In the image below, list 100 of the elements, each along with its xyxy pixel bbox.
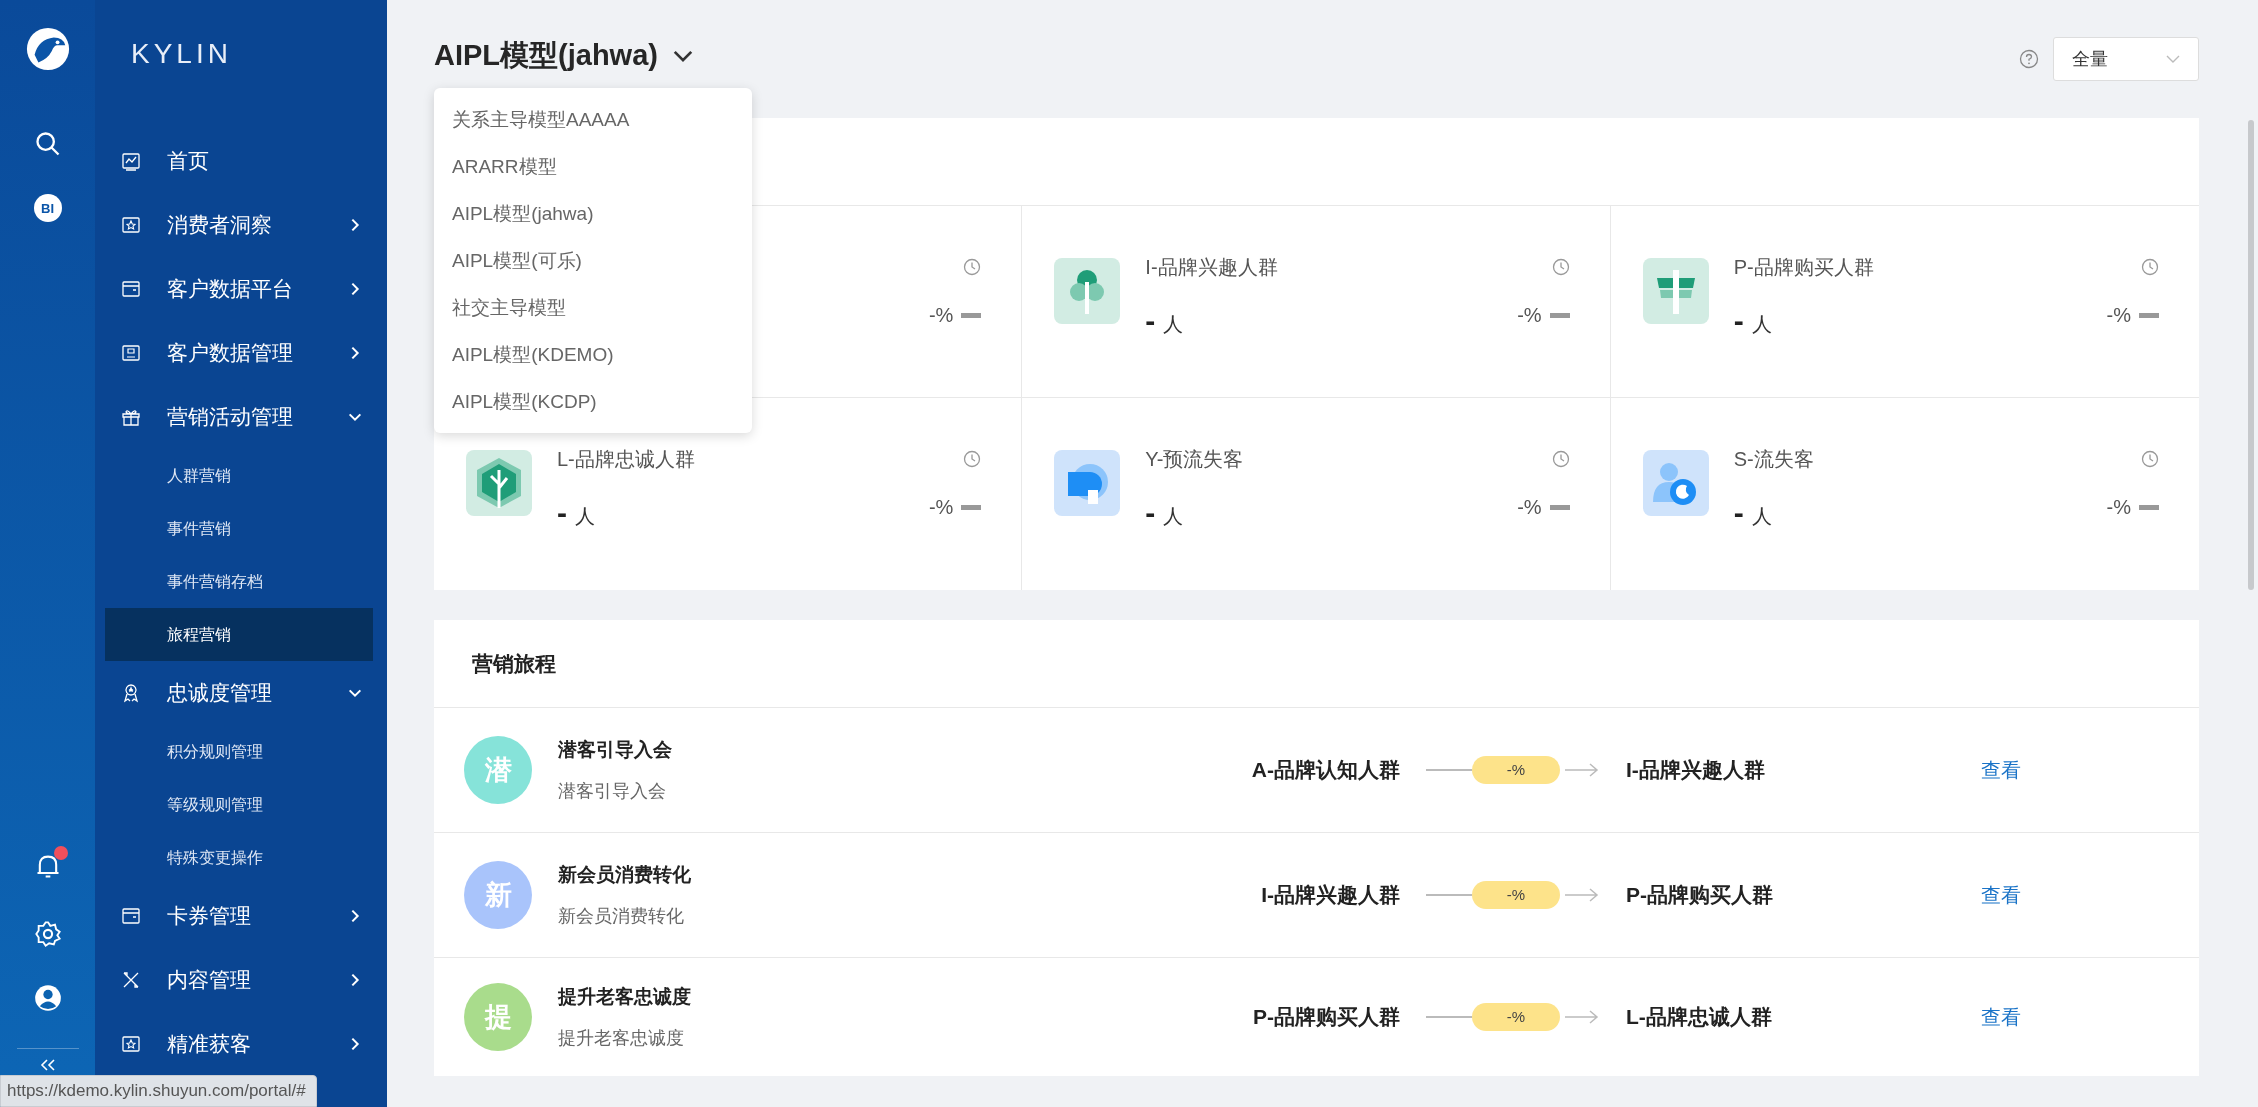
- clock-icon[interactable]: [2141, 258, 2159, 276]
- trend-flat-icon: [2139, 313, 2159, 318]
- menu-item[interactable]: 营销活动管理: [105, 385, 377, 449]
- segment-unit: 人: [1163, 504, 1184, 529]
- dropdown-option[interactable]: ARARR模型: [434, 143, 752, 190]
- change-percent: -%: [1517, 304, 1542, 327]
- change-percent: -%: [928, 496, 954, 519]
- change-percent: -%: [928, 304, 954, 327]
- eagle-logo-icon: [24, 26, 71, 72]
- segment-unit: 人: [575, 504, 595, 529]
- menu-item-icon: [121, 906, 141, 926]
- segment-icon: [1642, 258, 1709, 324]
- journey-name: 提升老客忠诚度: [558, 985, 692, 1009]
- submenu-item[interactable]: 事件营销: [105, 502, 373, 555]
- segment-unit: 人: [1163, 312, 1184, 337]
- trend-flat-icon: [961, 313, 982, 318]
- journey-name: 潜客引导入会: [558, 738, 673, 762]
- menu-item-icon: [121, 683, 141, 703]
- status-url: https://kdemo.kylin.shuyun.com/portal/#: [0, 1075, 317, 1107]
- journey-avatar: 新: [464, 861, 532, 929]
- trend-flat-icon: [1549, 313, 1570, 318]
- scrollbar[interactable]: [2248, 120, 2254, 590]
- change-percent: -%: [1517, 496, 1542, 519]
- segment-icon: [1642, 450, 1709, 516]
- source-segment-label: A-品牌认知人群: [1251, 758, 1400, 781]
- dropdown-option[interactable]: 关系主导模型AAAAA: [434, 96, 752, 143]
- segment-unit: 人: [1751, 312, 1772, 337]
- model-selector[interactable]: AIPL模型(jahwa): [434, 36, 694, 76]
- menu-item-icon: [121, 215, 141, 235]
- view-link[interactable]: 查看: [1981, 881, 2021, 909]
- help-icon[interactable]: [2019, 49, 2039, 69]
- segment-title: P-品牌购买人群: [1733, 255, 1875, 280]
- source-segment-label: P-品牌购买人群: [1253, 1005, 1400, 1028]
- user-avatar-icon[interactable]: [33, 984, 62, 1012]
- clock-icon[interactable]: [1551, 258, 1570, 276]
- view-link[interactable]: 查看: [1981, 756, 2021, 784]
- change-percent: -%: [2106, 496, 2131, 519]
- view-link[interactable]: 查看: [1981, 1003, 2021, 1031]
- clock-icon[interactable]: [963, 450, 982, 468]
- menu-item-icon: [121, 279, 141, 299]
- conversion-rate: -%: [1472, 881, 1560, 909]
- segment-count: -: [557, 496, 567, 530]
- brand-name: KYLIN: [130, 37, 233, 71]
- panel-title: 营销旅程: [434, 620, 2199, 708]
- conversion-rate: -%: [1472, 1003, 1560, 1031]
- clock-icon[interactable]: [2141, 450, 2159, 468]
- settings-icon[interactable]: [33, 920, 62, 948]
- segment-count: -: [1733, 304, 1744, 338]
- submenu-item[interactable]: 积分规则管理: [105, 725, 373, 778]
- trend-flat-icon: [1549, 505, 1570, 510]
- segment-icon: [1054, 258, 1121, 324]
- dropdown-option[interactable]: AIPL模型(KCDP): [434, 378, 752, 425]
- menu-item-icon: [121, 151, 141, 171]
- target-segment-label: I-品牌兴趣人群: [1626, 758, 1765, 781]
- menu-item[interactable]: 首页: [105, 129, 377, 193]
- dropdown-option[interactable]: AIPL模型(可乐): [434, 237, 752, 284]
- bi-button[interactable]: BI: [33, 194, 62, 222]
- change-percent: -%: [2106, 304, 2131, 327]
- clock-icon[interactable]: [1551, 450, 1570, 468]
- segment-title: S-流失客: [1733, 447, 1815, 472]
- segment-count: -: [1145, 496, 1156, 530]
- menu-item-icon: [121, 407, 141, 427]
- segment-icon: [466, 450, 532, 516]
- menu-item-icon: [121, 1034, 141, 1054]
- scope-select[interactable]: 全量: [2053, 37, 2199, 81]
- submenu-item[interactable]: 特殊变更操作: [105, 831, 373, 884]
- journey-description: 提升老客忠诚度: [558, 1027, 685, 1050]
- target-segment-label: P-品牌购买人群: [1626, 883, 1773, 906]
- journey-avatar: 提: [464, 983, 532, 1051]
- source-segment-label: I-品牌兴趣人群: [1261, 883, 1400, 906]
- trend-flat-icon: [2139, 505, 2159, 510]
- menu-item[interactable]: 精准获客: [105, 1012, 377, 1076]
- submenu-item[interactable]: 等级规则管理: [105, 778, 373, 831]
- menu-item-icon: [121, 970, 141, 990]
- segment-title: L-品牌忠诚人群: [557, 447, 696, 472]
- submenu-item[interactable]: 事件营销存档: [105, 555, 373, 608]
- menu-item[interactable]: 卡券管理: [105, 884, 377, 948]
- segment-title: I-品牌兴趣人群: [1145, 255, 1279, 280]
- submenu-item[interactable]: 人群营销: [105, 449, 373, 502]
- journey-description: 新会员消费转化: [558, 905, 685, 928]
- chevron-down-icon: [671, 49, 694, 63]
- conversion-rate: -%: [1472, 756, 1560, 784]
- segment-icon: [1054, 450, 1121, 516]
- menu-item[interactable]: 客户数据平台: [105, 257, 377, 321]
- chevron-down-icon: [2166, 55, 2180, 63]
- journey-description: 潜客引导入会: [558, 780, 667, 803]
- menu-item[interactable]: 客户数据管理: [105, 321, 377, 385]
- trend-flat-icon: [961, 505, 982, 510]
- dropdown-option[interactable]: 社交主导模型: [434, 284, 752, 331]
- submenu-item[interactable]: 旅程营销: [105, 608, 373, 661]
- segment-count: -: [1733, 496, 1744, 530]
- segment-count: -: [1145, 304, 1156, 338]
- search-icon[interactable]: [33, 130, 62, 158]
- menu-item[interactable]: 消费者洞察: [105, 193, 377, 257]
- dropdown-option[interactable]: AIPL模型(KDEMO): [434, 331, 752, 378]
- clock-icon[interactable]: [963, 258, 982, 276]
- dropdown-option[interactable]: AIPL模型(jahwa): [434, 190, 752, 237]
- menu-item[interactable]: 内容管理: [105, 948, 377, 1012]
- menu-item-icon: [121, 343, 141, 363]
- menu-item[interactable]: 忠诚度管理: [105, 661, 377, 725]
